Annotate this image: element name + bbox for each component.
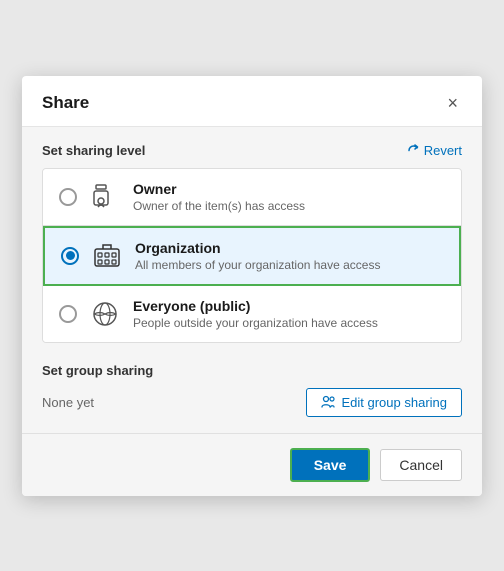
group-sharing-section: Set group sharing None yet Edit group sh… — [42, 363, 462, 417]
radio-organization — [61, 247, 79, 265]
everyone-option-text: Everyone (public) People outside your or… — [133, 298, 445, 330]
edit-group-sharing-button[interactable]: Edit group sharing — [306, 388, 462, 417]
sharing-options-list: Owner Owner of the item(s) has access — [42, 168, 462, 343]
share-dialog: Share × Set sharing level Revert — [22, 76, 482, 496]
revert-icon — [407, 144, 420, 157]
option-everyone[interactable]: Everyone (public) People outside your or… — [43, 286, 461, 342]
dialog-body: Set sharing level Revert — [22, 127, 482, 433]
everyone-desc: People outside your organization have ac… — [133, 316, 445, 330]
group-sharing-icon — [321, 395, 335, 409]
revert-button[interactable]: Revert — [407, 143, 462, 158]
save-button[interactable]: Save — [290, 448, 371, 482]
radio-organization-fill — [66, 251, 75, 260]
organization-title: Organization — [135, 240, 443, 256]
sharing-level-header: Set sharing level Revert — [42, 143, 462, 158]
owner-title: Owner — [133, 181, 445, 197]
group-sharing-label: Set group sharing — [42, 363, 462, 378]
organization-desc: All members of your organization have ac… — [135, 258, 443, 272]
org-icon — [91, 240, 123, 272]
owner-option-text: Owner Owner of the item(s) has access — [133, 181, 445, 213]
cancel-button[interactable]: Cancel — [380, 449, 462, 481]
organization-option-text: Organization All members of your organiz… — [135, 240, 443, 272]
everyone-title: Everyone (public) — [133, 298, 445, 314]
option-organization[interactable]: Organization All members of your organiz… — [43, 226, 461, 286]
option-owner[interactable]: Owner Owner of the item(s) has access — [43, 169, 461, 226]
group-row: None yet Edit group sharing — [42, 388, 462, 417]
dialog-title: Share — [42, 93, 89, 113]
sharing-level-label: Set sharing level — [42, 143, 145, 158]
radio-everyone — [59, 305, 77, 323]
dialog-header: Share × — [22, 76, 482, 127]
none-yet-label: None yet — [42, 395, 94, 410]
dialog-footer: Save Cancel — [22, 433, 482, 496]
close-button[interactable]: × — [443, 92, 462, 114]
globe-icon — [89, 298, 121, 330]
radio-owner — [59, 188, 77, 206]
owner-desc: Owner of the item(s) has access — [133, 199, 445, 213]
person-icon — [89, 181, 121, 213]
